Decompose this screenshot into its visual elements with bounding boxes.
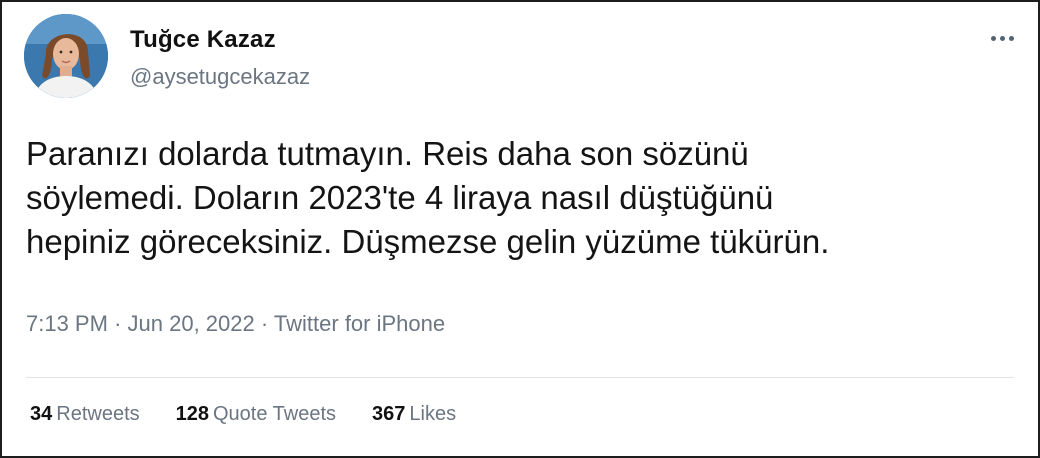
tweet-metadata: 7:13 PM · Jun 20, 2022 · Twitter for iPh… — [26, 311, 445, 337]
engagement-stats: 34 Retweets 128 Quote Tweets 367 Likes — [30, 403, 492, 426]
quote-tweets-label: Quote Tweets — [213, 403, 337, 425]
divider — [26, 377, 1014, 378]
tweet-time[interactable]: 7:13 PM — [26, 311, 108, 336]
likes-stat[interactable]: 367 Likes — [372, 403, 456, 426]
tweet-date[interactable]: Jun 20, 2022 — [128, 311, 255, 336]
tweet-text-line: söylemedi. Doların 2023'te 4 liraya nası… — [26, 179, 774, 216]
retweets-count: 34 — [30, 403, 53, 425]
quote-tweets-stat[interactable]: 128 Quote Tweets — [176, 403, 336, 426]
more-horizontal-icon — [990, 35, 996, 41]
more-options-button[interactable] — [982, 26, 1022, 50]
likes-label: Likes — [409, 403, 457, 425]
retweets-label: Retweets — [56, 403, 140, 425]
display-name[interactable]: Tuğce Kazaz — [130, 26, 276, 54]
more-horizontal-icon — [999, 35, 1005, 41]
tweet-source-link[interactable]: Twitter for iPhone — [274, 311, 445, 336]
profile-photo-icon — [24, 14, 108, 98]
username-handle[interactable]: @aysetugcekazaz — [130, 64, 310, 90]
tweet-text: Paranızı dolarda tutmayın. Reis daha son… — [26, 132, 1026, 264]
retweets-stat[interactable]: 34 Retweets — [30, 403, 140, 426]
meta-separator: · — [114, 311, 122, 336]
meta-separator: · — [260, 311, 269, 336]
tweet-card: Tuğce Kazaz @aysetugcekazaz Paranızı dol… — [0, 0, 1040, 458]
avatar[interactable] — [24, 14, 108, 98]
tweet-text-line: Paranızı dolarda tutmayın. Reis daha son… — [26, 135, 749, 172]
likes-count: 367 — [372, 403, 406, 425]
quote-tweets-count: 128 — [175, 403, 209, 425]
tweet-text-line: hepiniz göreceksiniz. Düşmezse gelin yüz… — [26, 223, 830, 260]
more-horizontal-icon — [1008, 35, 1014, 41]
